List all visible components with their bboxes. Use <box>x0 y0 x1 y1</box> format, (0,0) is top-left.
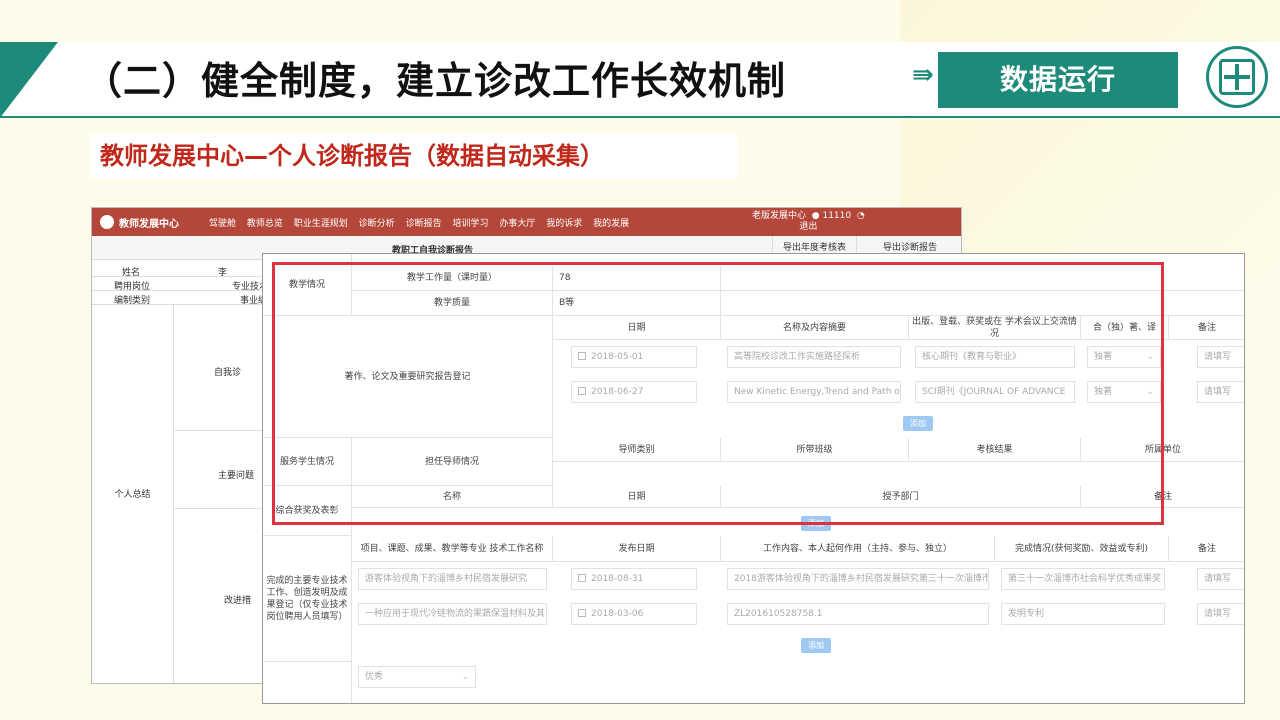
top-navbar: 教师发展中心 驾驶舱 教师总览 职业生涯规划 诊断分析 诊断报告 培训学习 办事… <box>92 208 961 236</box>
improvement-cell: 改进措 <box>174 509 264 683</box>
proj-date-input[interactable]: 2018-08-31 <box>571 568 697 590</box>
nav-item-appeal[interactable]: 我的诉求 <box>546 219 582 229</box>
proj-note-input[interactable]: 请填写 <box>1197 568 1244 590</box>
proj-name-input[interactable]: 游客体验视角下的淄博乡村民宿发展研究 <box>358 568 547 590</box>
pub-header-note: 备注 <box>1169 316 1244 340</box>
nav-item-training[interactable]: 培训学习 <box>452 219 488 229</box>
proj-date-value: 2018-08-31 <box>591 574 644 584</box>
proj-date-input[interactable]: 2018-03-06 <box>571 603 697 625</box>
data-run-badge: 数据运行 <box>938 52 1178 108</box>
summary-label-cell: 个人总结 <box>92 305 174 683</box>
projects-label: 完成的主要专业技术工作、创造发明及成果登记（仅专业技术岗位聘用人员填写） <box>263 536 352 662</box>
rating-value: 优秀 <box>365 672 384 682</box>
school-logo <box>1206 46 1268 108</box>
calendar-icon <box>578 609 586 617</box>
clock-icon: ◔ <box>856 211 865 221</box>
slide-subtitle: 教师发展中心—个人诊断报告（数据自动采集） <box>90 133 738 179</box>
nav-items: 驾驶舱 教师总览 职业生涯规划 诊断分析 诊断报告 培训学习 办事大厅 我的诉求… <box>209 216 637 229</box>
nav-item-analysis[interactable]: 诊断分析 <box>359 219 395 229</box>
calendar-icon <box>578 574 586 582</box>
rating-label-cell <box>263 662 352 703</box>
user-name: 老版发展中心 <box>752 211 807 221</box>
slide-title: （二）健全制度，建立诊改工作长效机制 <box>84 59 787 103</box>
double-arrow-icon: ⇛ <box>912 60 934 90</box>
problems-cell: 主要问题 <box>174 431 264 509</box>
proj-header-result: 完成情况(获何奖励、效益或专利) <box>995 536 1169 562</box>
proj-result-input[interactable]: 第三十一次淄博市社会科学优秀成果奖 <box>1001 568 1165 590</box>
proj-content-input[interactable]: ZL201610528758.1 <box>727 603 989 625</box>
proj-name-input[interactable]: 一种应用于现代冷链物流的果蔬保温材料及其 <box>358 603 547 625</box>
proj-note-input[interactable]: 请填写 <box>1197 603 1244 625</box>
brand-logo-icon <box>100 215 114 229</box>
brand-name: 教师发展中心 <box>119 218 179 230</box>
nav-item-office[interactable]: 办事大厅 <box>499 219 535 229</box>
logout-link[interactable]: 退出 <box>752 222 865 233</box>
rating-select[interactable]: 优秀 ⌄ <box>358 666 476 688</box>
nav-item-overview[interactable]: 教师总览 <box>247 219 283 229</box>
proj-date-value: 2018-03-06 <box>591 609 644 619</box>
proj-header-note: 备注 <box>1169 536 1244 562</box>
self-diagnosis-cell: 自我诊 <box>174 305 264 431</box>
pub-note-input[interactable]: 请填写 <box>1197 346 1244 368</box>
proj-header-content: 工作内容、本人起何作用（主持、参与、独立） <box>721 536 995 562</box>
highlight-box <box>272 262 1164 525</box>
proj-content-input[interactable]: 2018游客体验视角下的淄博乡村民宿发展研究第三十一次淄博市 <box>727 568 989 590</box>
brand[interactable]: 教师发展中心 <box>100 215 179 230</box>
chevron-down-icon: ⌄ <box>461 672 469 682</box>
proj-header-name: 项目、课题、成果、教学等专业 技术工作名称 <box>352 536 553 562</box>
user-area: 老版发展中心 ● 11110 ◔ 退出 <box>752 211 865 233</box>
summary-label: 个人总结 <box>114 489 151 500</box>
nav-item-development[interactable]: 我的发展 <box>593 219 629 229</box>
title-accent-triangle <box>0 42 58 118</box>
user-icon: ● <box>811 211 820 221</box>
nav-item-cockpit[interactable]: 驾驶舱 <box>209 219 236 229</box>
nav-item-report[interactable]: 诊断报告 <box>406 219 442 229</box>
nav-item-career[interactable]: 职业生涯规划 <box>294 219 348 229</box>
user-id: 11110 <box>822 211 852 221</box>
proj-header-date: 发布日期 <box>553 536 721 562</box>
pub-note-input[interactable]: 请填写 <box>1197 381 1244 403</box>
proj-result-input[interactable]: 发明专利 <box>1001 603 1165 625</box>
proj-add-button[interactable]: 添加 <box>801 638 831 653</box>
